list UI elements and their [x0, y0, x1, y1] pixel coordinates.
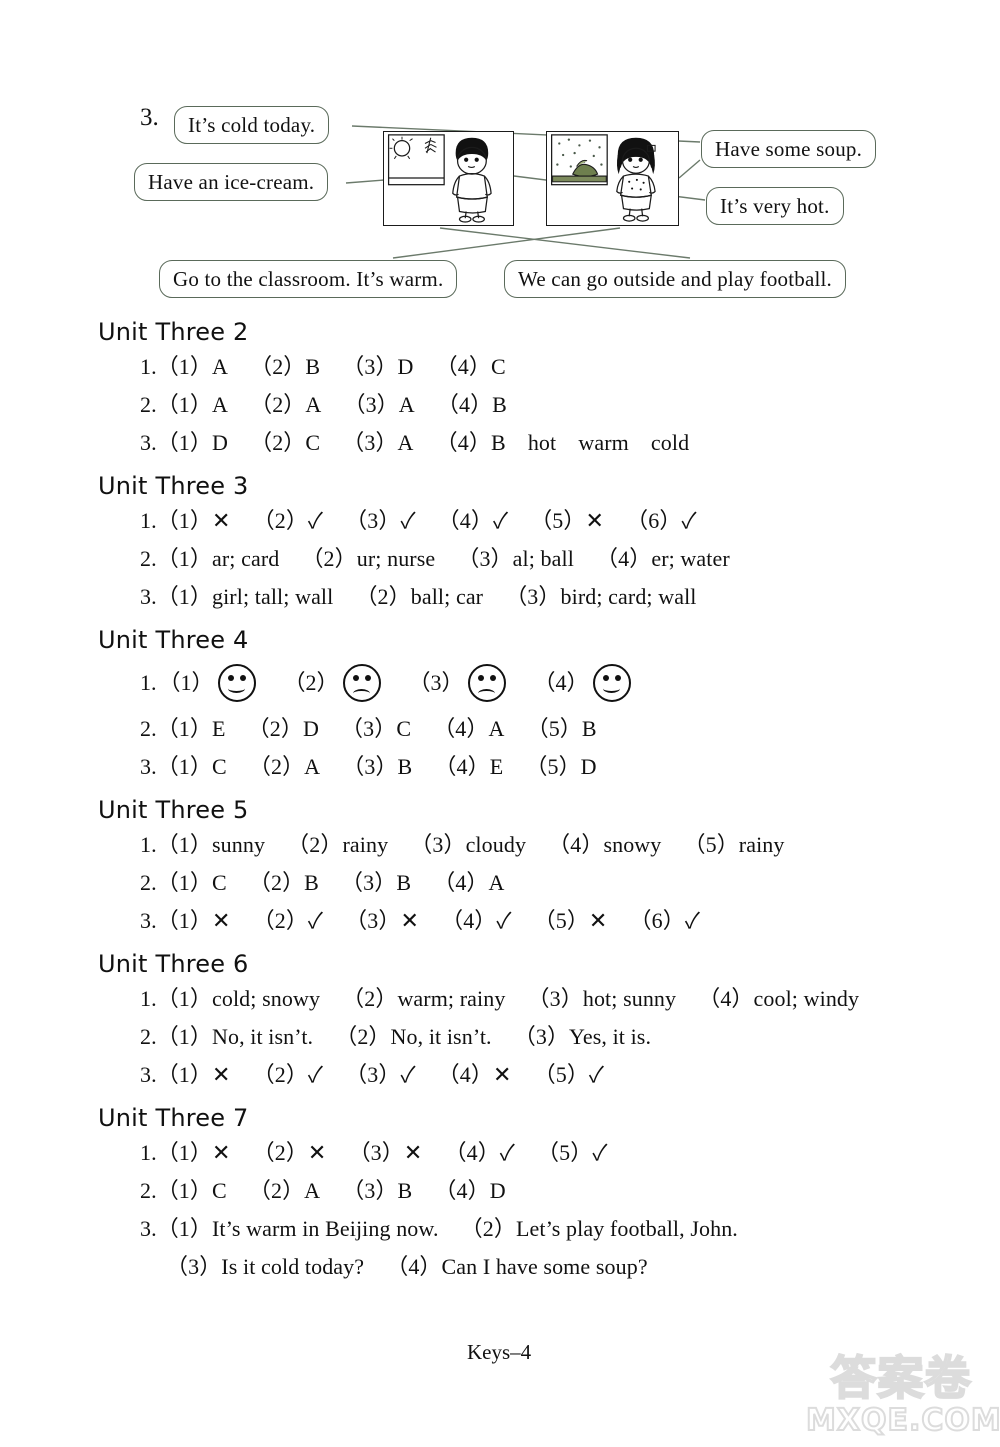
unit-block-three-7: Unit Three 7 1.（1）✕ （2）✕ （3）✕ （4）✓ （5）✓ … — [0, 1104, 1000, 1286]
happy-face-icon — [592, 664, 631, 702]
page-footer-label: Keys–4 — [467, 1340, 532, 1364]
bubble-go-to-the-classroom[interactable]: Go to the classroom. It’s warm. — [159, 260, 458, 298]
sub-item-label: （1） — [158, 670, 214, 695]
picture-panel-boy-sunny — [383, 131, 514, 226]
answer-key-sections: Unit Three 2 1.（1）A （2）B （3）D （4）C 2.（1）… — [0, 318, 1000, 1296]
answer-line-faces: 1. （1） （2） （3） （4） — [140, 656, 1000, 710]
item-number: 1. — [140, 670, 157, 695]
sad-face-icon — [342, 664, 381, 702]
sub-item-label: （4） — [533, 670, 589, 695]
sub-item-label: （2） — [283, 670, 339, 695]
bubble-have-some-soup[interactable]: Have some soup. — [701, 130, 877, 168]
unit-block-three-6: Unit Three 6 1.（1）cold; snowy （2）warm; r… — [0, 950, 1000, 1094]
bubble-its-cold-today[interactable]: It’s cold today. — [174, 106, 330, 144]
answer-line: 1.（1）✕ （2）✓ （3）✓ （4）✓ （5）✕ （6）✓ — [140, 508, 697, 533]
answer-line: 2.（1）A （2）A （3）A （4）B — [140, 392, 507, 417]
unit-block-three-4: Unit Three 4 1. （1） （2） （3） （4） 2.（1）E （… — [0, 626, 1000, 786]
answer-line-continued: （3）Is it cold today? （4）Can I have some … — [166, 1254, 648, 1279]
answer-line: 2.（1）C （2）B （3）B （4）A — [140, 870, 505, 895]
answer-line: 3.（1）D （2）C （3）A （4）B hot warm cold — [140, 430, 690, 455]
answer-line: 1.（1）cold; snowy （2）warm; rainy （3）hot; … — [140, 986, 860, 1011]
bubble-we-can-go-outside[interactable]: We can go outside and play football. — [504, 260, 847, 298]
answer-line: 1.（1）✕ （2）✕ （3）✕ （4）✓ （5）✓ — [140, 1140, 608, 1165]
bubble-have-an-ice-cream[interactable]: Have an ice-cream. — [134, 163, 329, 201]
picture-panel-girl-snowy — [546, 131, 679, 226]
exercise-number: 3. — [140, 104, 159, 131]
bubble-its-very-hot[interactable]: It’s very hot. — [706, 187, 844, 225]
unit-heading: Unit Three 2 — [98, 318, 249, 346]
answer-line: 3.（1）It’s warm in Beijing now. （2）Let’s … — [140, 1216, 738, 1241]
exercise-3-matching: 3. It’s cold today. Have an ice-cream. H… — [0, 0, 1000, 310]
unit-block-three-3: Unit Three 3 1.（1）✕ （2）✓ （3）✓ （4）✓ （5）✕ … — [0, 472, 1000, 616]
unit-heading: Unit Three 6 — [98, 950, 249, 978]
answer-line: 3.（1）girl; tall; wall （2）ball; car （3）bi… — [140, 584, 697, 609]
sad-face-icon — [467, 664, 506, 702]
unit-heading: Unit Three 5 — [98, 796, 249, 824]
answer-line: 3.（1）✕ （2）✓ （3）✓ （4）✕ （5）✓ — [140, 1062, 605, 1087]
sub-item-label: （3） — [408, 670, 464, 695]
unit-heading: Unit Three 3 — [98, 472, 249, 500]
unit-heading: Unit Three 7 — [98, 1104, 249, 1132]
answer-line: 1.（1）sunny （2）rainy （3）cloudy （4）snowy （… — [140, 832, 785, 857]
answer-line: 2.（1）E （2）D （3）C （4）A （5）B — [140, 716, 597, 741]
unit-block-three-5: Unit Three 5 1.（1）sunny （2）rainy （3）clou… — [0, 796, 1000, 940]
answer-line: 2.（1）No, it isn’t. （2）No, it isn’t. （3）Y… — [140, 1024, 652, 1049]
watermark-domain-text: MXQE.COM — [805, 1403, 1000, 1439]
answer-line: 2.（1）C （2）A （3）B （4）D — [140, 1178, 506, 1203]
happy-face-icon — [217, 664, 256, 702]
answer-line: 2.（1）ar; card （2）ur; nurse （3）al; ball （… — [140, 546, 730, 571]
answer-line: 3.（1）C （2）A （3）B （4）E （5）D — [140, 754, 597, 779]
unit-heading: Unit Three 4 — [98, 626, 249, 654]
unit-block-three-2: Unit Three 2 1.（1）A （2）B （3）D （4）C 2.（1）… — [0, 318, 1000, 462]
watermark-chinese-text: 答案卷 — [830, 1351, 972, 1405]
answer-line: 3.（1）✕ （2）✓ （3）✕ （4）✓ （5）✕ （6）✓ — [140, 908, 700, 933]
answer-line: 1.（1）A （2）B （3）D （4）C — [140, 354, 506, 379]
watermark: 答案卷 MXQE.COM — [805, 1351, 1000, 1439]
